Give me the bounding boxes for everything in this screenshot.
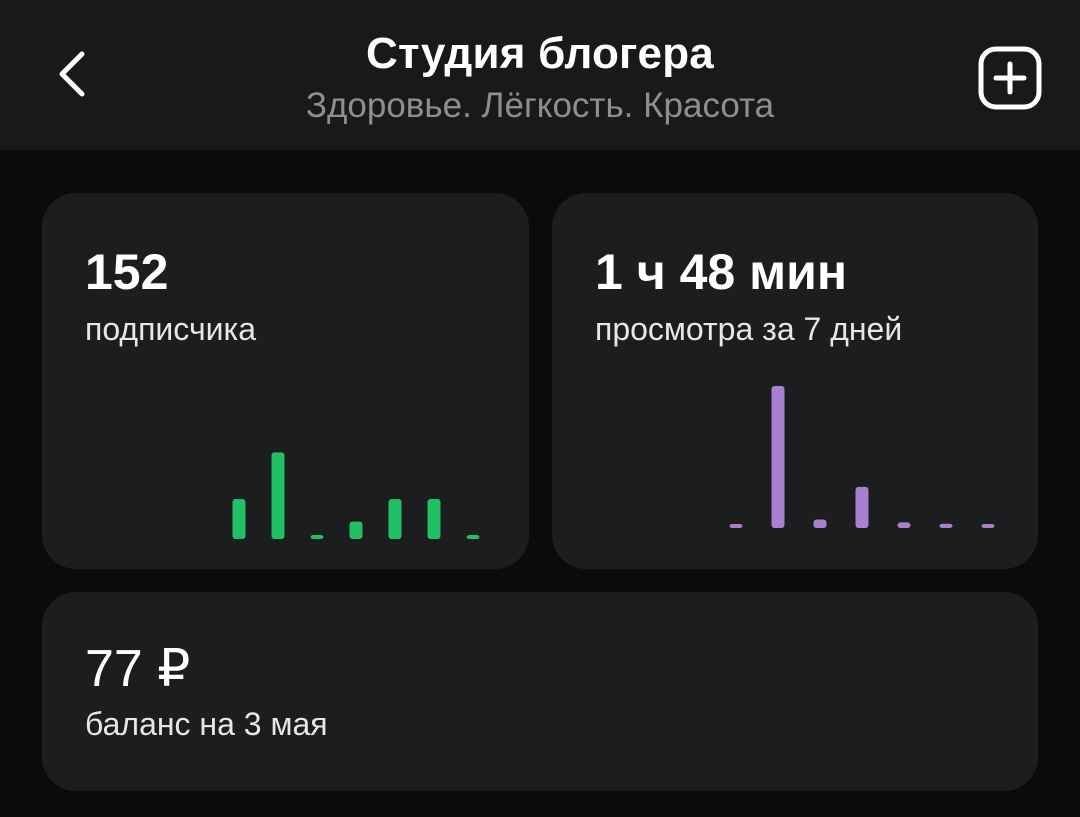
page-title: Студия блогера bbox=[366, 29, 714, 78]
balance-card[interactable]: 77 ₽ баланс на 3 мая bbox=[42, 592, 1038, 791]
bottom-divider bbox=[0, 808, 1080, 817]
plus-square-icon bbox=[978, 46, 1042, 110]
page-subtitle: Здоровье. Лёгкость. Красота bbox=[305, 86, 775, 125]
views-chart bbox=[729, 386, 995, 528]
views-bar bbox=[771, 386, 785, 528]
subscribers-bar bbox=[466, 535, 480, 539]
chevron-left-icon bbox=[59, 51, 85, 97]
add-button[interactable] bbox=[972, 40, 1048, 116]
subscribers-bar bbox=[349, 521, 363, 539]
views-bar bbox=[729, 524, 743, 528]
app-header: Студия блогера Здоровье. Лёгкость. Красо… bbox=[0, 0, 1080, 150]
views-bar bbox=[939, 523, 953, 528]
balance-caption: баланс на 3 мая bbox=[85, 706, 328, 742]
subscribers-bar bbox=[310, 535, 324, 539]
subscribers-chart bbox=[232, 452, 480, 539]
subscribers-bar bbox=[271, 452, 285, 539]
header-titles: Студия блогера Здоровье. Лёгкость. Красо… bbox=[160, 28, 920, 128]
views-bar bbox=[981, 524, 995, 528]
back-button[interactable] bbox=[40, 38, 104, 110]
views-bar bbox=[897, 522, 911, 528]
subscribers-bar bbox=[388, 499, 402, 539]
subscribers-bar bbox=[427, 499, 441, 539]
subscribers-bar bbox=[232, 499, 246, 539]
views-card[interactable]: 1 ч 48 мин просмотра за 7 дней bbox=[552, 193, 1038, 569]
subscribers-card[interactable]: 152 подписчика bbox=[42, 193, 529, 569]
balance-amount: 77 ₽ bbox=[85, 640, 191, 698]
views-bar bbox=[855, 486, 869, 528]
views-bar bbox=[813, 519, 827, 528]
